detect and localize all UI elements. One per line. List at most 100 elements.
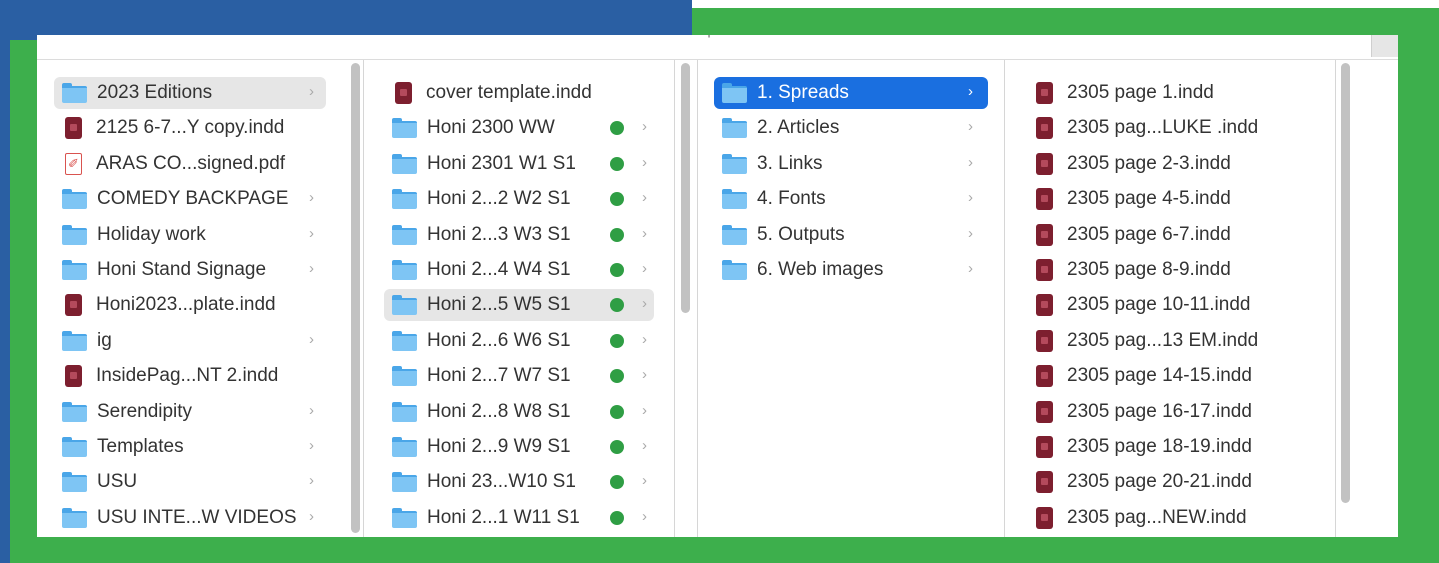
- file-item[interactable]: Honi 2...2 W2 S1 ›: [384, 183, 654, 215]
- green-tag-icon: [610, 440, 624, 454]
- file-item[interactable]: 2023 Editions ›: [54, 77, 326, 109]
- file-item[interactable]: 2305 page 16-17.indd: [1025, 396, 1315, 428]
- folder-icon: [392, 507, 417, 528]
- folder-icon: [62, 330, 87, 351]
- file-item[interactable]: 6. Web images ›: [714, 254, 988, 286]
- column-4-scrollbar[interactable]: [1341, 63, 1350, 503]
- file-item[interactable]: Honi 2301 W1 S1 ›: [384, 148, 654, 180]
- file-item[interactable]: USU INTE...W VIDEOS ›: [54, 502, 326, 534]
- file-item[interactable]: cover template.indd: [384, 77, 654, 109]
- file-item[interactable]: 2305 pag...LUKE .indd: [1025, 112, 1315, 144]
- file-item-label: 5. Outputs: [757, 223, 845, 245]
- file-item[interactable]: 5. Outputs ›: [714, 219, 988, 251]
- file-item[interactable]: Honi 2...6 W6 S1 ›: [384, 325, 654, 357]
- indd-file-icon: [65, 365, 82, 388]
- column-4[interactable]: 2305 page 1.indd 2305 pag...LUKE .indd 230…: [1005, 60, 1336, 537]
- file-item[interactable]: 2305 page 10-11.indd: [1025, 289, 1315, 321]
- indd-file-icon: [1036, 471, 1053, 494]
- file-item[interactable]: 2305 page 6-7.indd: [1025, 219, 1315, 251]
- file-item-label: Honi 2...2 W2 S1: [427, 188, 571, 210]
- indd-file-icon: [1036, 259, 1053, 281]
- file-item[interactable]: 2305 pag...13 EM.indd: [1025, 325, 1315, 357]
- chevron-right-icon: ›: [642, 366, 647, 384]
- file-item[interactable]: 2305 page 8-9.indd: [1025, 254, 1315, 286]
- folder-icon: [722, 153, 747, 174]
- file-item[interactable]: USU ›: [54, 466, 326, 498]
- folder-icon: [392, 437, 417, 457]
- chevron-right-icon: ›: [642, 472, 647, 490]
- column-3[interactable]: 1. Spreads › 2. Articles › 3. Links › 4. Fonts…: [698, 60, 1005, 537]
- chevron-right-icon: ›: [642, 295, 647, 313]
- folder-icon: [62, 224, 87, 245]
- folder-icon: [392, 260, 417, 280]
- file-item-label: cover template.indd: [426, 82, 592, 103]
- folder-icon: [392, 295, 417, 316]
- file-item[interactable]: 2305 pag...NEW.indd: [1025, 502, 1315, 534]
- green-tag-icon: [610, 369, 624, 384]
- file-item-label: 2305 page 2-3.indd: [1067, 152, 1231, 174]
- file-item[interactable]: 2125 6-7...Y copy.indd: [54, 112, 326, 144]
- file-item-label: 2305 page 4-5.indd: [1067, 188, 1231, 210]
- folder-icon: [722, 189, 747, 210]
- file-item[interactable]: Honi 2...9 W9 S1 ›: [384, 431, 654, 463]
- file-item[interactable]: Honi2023...plate.indd: [54, 289, 326, 321]
- file-item-label: Honi 2...1 W11 S1: [427, 506, 580, 528]
- file-item-label: 2305 pag...13 EM.indd: [1067, 329, 1259, 351]
- file-item[interactable]: Honi 2...5 W5 S1 ›: [384, 289, 654, 322]
- file-item-label: Honi 2...9 W9 S1: [427, 436, 571, 457]
- file-item[interactable]: 2305 page 14-15.indd: [1025, 360, 1315, 392]
- file-item[interactable]: Serendipity ›: [54, 396, 326, 428]
- file-item[interactable]: ig ›: [54, 325, 326, 357]
- file-item[interactable]: Templates ›: [54, 431, 326, 463]
- file-item[interactable]: 2. Articles ›: [714, 112, 988, 144]
- file-item-label: 2305 page 10-11.indd: [1067, 294, 1251, 316]
- green-tag-icon: [610, 298, 624, 313]
- column-2[interactable]: cover template.indd Honi 2300 WW › Honi 230…: [364, 60, 675, 537]
- column-1-scrollbar[interactable]: [351, 63, 360, 533]
- file-item-label: 2023 Editions: [97, 82, 213, 103]
- chevron-right-icon: ›: [309, 83, 314, 100]
- window-title: 1. Spreads: [37, 35, 1398, 43]
- chevron-right-icon: ›: [968, 189, 973, 207]
- file-item[interactable]: 4. Fonts ›: [714, 183, 988, 215]
- toolbar-button[interactable]: [1371, 35, 1398, 57]
- folder-icon: [62, 437, 87, 457]
- file-item[interactable]: Honi 2300 WW ›: [384, 112, 654, 144]
- indd-file-icon: [1036, 506, 1053, 529]
- file-item[interactable]: Holiday work ›: [54, 219, 326, 251]
- file-item[interactable]: InsidePag...NT 2.indd: [54, 360, 326, 392]
- file-item[interactable]: 2305 page 18-19.indd: [1025, 431, 1315, 463]
- file-item[interactable]: Honi Stand Signage ›: [54, 254, 326, 286]
- file-item-label: 2305 pag...LUKE .indd: [1067, 117, 1259, 139]
- chevron-right-icon: ›: [309, 224, 314, 242]
- chevron-right-icon: ›: [968, 224, 973, 242]
- file-item[interactable]: Honi 2...3 W3 S1 ›: [384, 219, 654, 251]
- file-item[interactable]: 3. Links ›: [714, 148, 988, 180]
- chevron-right-icon: ›: [309, 472, 314, 490]
- indd-file-icon: [1036, 188, 1053, 211]
- file-item[interactable]: Honi 2...4 W4 S1 ›: [384, 254, 654, 286]
- file-item[interactable]: Honi 2...1 W11 S1 ›: [384, 502, 654, 534]
- file-item[interactable]: Honi 2...7 W7 S1 ›: [384, 360, 654, 392]
- file-item-label: Honi 2...6 W6 S1: [427, 329, 571, 351]
- indd-file-icon: [65, 117, 82, 140]
- column-2-scrollbar[interactable]: [681, 63, 690, 313]
- file-item[interactable]: 2305 page 4-5.indd: [1025, 183, 1315, 215]
- file-item-label: 2. Articles: [757, 117, 840, 139]
- file-item[interactable]: COMEDY BACKPAGE ›: [54, 183, 326, 215]
- chevron-right-icon: ›: [642, 507, 647, 525]
- file-item[interactable]: 2305 page 20-21.indd: [1025, 466, 1315, 498]
- file-item[interactable]: Honi 23...W10 S1 ›: [384, 466, 654, 498]
- file-item[interactable]: 2305 page 2-3.indd: [1025, 148, 1315, 180]
- file-item-label: Honi2023...plate.indd: [96, 294, 276, 316]
- file-item-label: 2305 page 18-19.indd: [1067, 436, 1252, 457]
- file-item-label: Honi 2301 W1 S1: [427, 152, 576, 174]
- file-item[interactable]: ✐ ARAS CO...signed.pdf: [54, 148, 326, 180]
- file-item[interactable]: 1. Spreads ›: [714, 77, 988, 109]
- indd-file-icon: [65, 294, 82, 317]
- indd-file-icon: [1036, 294, 1053, 317]
- column-1[interactable]: 2023 Editions › 2125 6-7...Y copy.indd ✐ ARA…: [37, 60, 364, 537]
- file-item[interactable]: Honi 2...8 W8 S1 ›: [384, 396, 654, 428]
- folder-icon: [62, 260, 87, 280]
- file-item[interactable]: 2305 page 1.indd: [1025, 77, 1315, 109]
